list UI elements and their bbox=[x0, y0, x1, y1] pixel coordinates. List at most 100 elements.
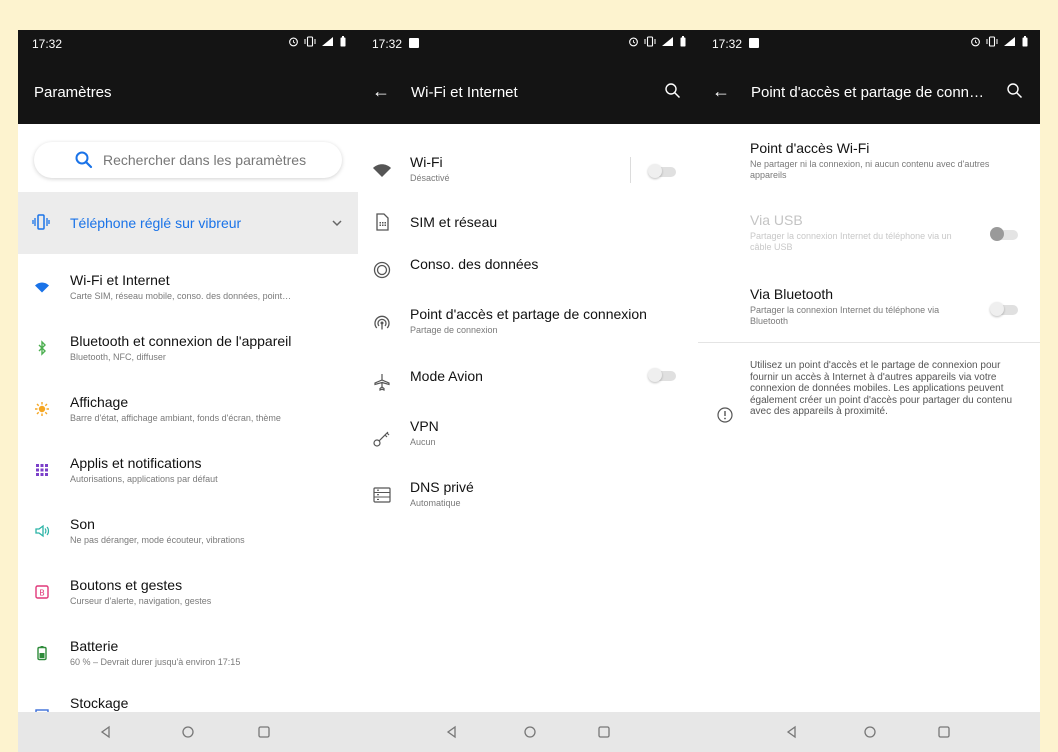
vibrate-suggestion[interactable]: Téléphone réglé sur vibreur bbox=[18, 192, 358, 254]
app-bar: ← Point d'accès et partage de connexion bbox=[698, 58, 1040, 124]
battery-icon bbox=[37, 646, 47, 661]
divider bbox=[630, 157, 631, 183]
battery-status-icon bbox=[340, 36, 346, 47]
back-triangle-icon bbox=[446, 725, 456, 739]
item-title: Applis et notifications bbox=[70, 455, 202, 471]
settings-item-apps[interactable]: Applis et notifications Autorisations, a… bbox=[18, 446, 358, 506]
sim-card-icon bbox=[376, 213, 389, 231]
battery-status-icon bbox=[1022, 36, 1028, 47]
settings-item-wifi[interactable]: Wi-Fi et Internet Carte SIM, réseau mobi… bbox=[18, 263, 358, 323]
nav-home-button[interactable] bbox=[518, 720, 542, 744]
page-title: Point d'accès et partage de connexion bbox=[751, 84, 989, 101]
item-subtitle: Autorisations, applications par défaut bbox=[70, 474, 218, 484]
settings-item-sim-network[interactable]: SIM et réseau bbox=[358, 200, 698, 246]
item-title: Point d'accès Wi-Fi bbox=[750, 140, 870, 156]
item-title: Bluetooth et connexion de l'appareil bbox=[70, 333, 292, 349]
signal-icon bbox=[322, 37, 333, 46]
recents-square-icon bbox=[938, 726, 950, 738]
item-title: Via USB bbox=[750, 212, 803, 228]
bluetooth-tethering-toggle[interactable] bbox=[990, 302, 1020, 316]
navigation-bar bbox=[358, 712, 698, 752]
divider bbox=[698, 342, 1040, 343]
hotspot-info-text: Utilisez un point d'accès et le partage … bbox=[750, 360, 1013, 417]
settings-item-data-usage[interactable]: Conso. des données bbox=[358, 248, 698, 294]
settings-item-wifi[interactable]: Wi-Fi Désactivé bbox=[358, 148, 698, 194]
back-arrow-icon[interactable]: ← bbox=[368, 78, 394, 104]
signal-icon bbox=[1004, 37, 1015, 46]
item-title: Conso. des données bbox=[410, 256, 539, 272]
page-title: Wi-Fi et Internet bbox=[411, 84, 518, 101]
back-triangle-icon bbox=[786, 725, 796, 739]
wifi-toggle[interactable] bbox=[648, 164, 678, 178]
item-title: Via Bluetooth bbox=[750, 286, 834, 302]
usb-tethering-toggle[interactable] bbox=[990, 227, 1020, 241]
bluetooth-icon bbox=[38, 340, 46, 356]
battery-status-icon bbox=[680, 36, 686, 47]
home-circle-icon bbox=[864, 726, 876, 738]
airplane-icon bbox=[374, 374, 390, 391]
search-button[interactable] bbox=[1002, 78, 1028, 104]
alarm-icon bbox=[289, 37, 298, 47]
vibrate-status-icon bbox=[644, 36, 656, 47]
item-subtitle: Ne partager ni la connexion, ni aucun co… bbox=[750, 159, 990, 180]
nav-back-button[interactable] bbox=[440, 720, 464, 744]
item-subtitle: Aucun bbox=[410, 437, 436, 447]
settings-item-private-dns[interactable]: DNS privé Automatique bbox=[358, 473, 698, 519]
nav-recents-button[interactable] bbox=[932, 720, 956, 744]
item-subtitle: Bluetooth, NFC, diffuser bbox=[70, 352, 166, 362]
status-time: 17:32 bbox=[32, 37, 63, 51]
settings-item-bluetooth-tethering[interactable]: Via Bluetooth Partager la connexion Inte… bbox=[698, 284, 1040, 334]
search-button[interactable] bbox=[660, 78, 686, 104]
buttons-gestures-icon: B bbox=[35, 585, 49, 599]
nav-back-button[interactable] bbox=[94, 720, 118, 744]
item-title: Batterie bbox=[70, 638, 119, 654]
item-title: Affichage bbox=[70, 394, 129, 410]
back-arrow-icon[interactable]: ← bbox=[708, 78, 734, 104]
vpn-key-icon bbox=[373, 431, 390, 447]
page-title: Paramètres bbox=[34, 84, 112, 101]
svg-text:B: B bbox=[39, 589, 45, 598]
nav-home-button[interactable] bbox=[176, 720, 200, 744]
item-title: SIM et réseau bbox=[410, 214, 498, 230]
status-bar: 17:32 bbox=[18, 30, 358, 58]
wifi-icon bbox=[373, 164, 391, 177]
settings-item-hotspot[interactable]: Point d'accès et partage de connexion Pa… bbox=[358, 300, 698, 346]
item-subtitle: Automatique bbox=[410, 498, 461, 508]
settings-item-bluetooth[interactable]: Bluetooth et connexion de l'appareil Blu… bbox=[18, 324, 358, 384]
brightness-icon bbox=[35, 402, 49, 416]
home-circle-icon bbox=[524, 726, 536, 738]
settings-item-vpn[interactable]: VPN Aucun bbox=[358, 412, 698, 458]
item-title: Son bbox=[70, 516, 95, 532]
settings-item-airplane-mode[interactable]: Mode Avion bbox=[358, 360, 698, 406]
search-placeholder: Rechercher dans les paramètres bbox=[103, 152, 307, 168]
settings-item-sound[interactable]: Son Ne pas déranger, mode écouteur, vibr… bbox=[18, 507, 358, 567]
item-subtitle: Partager la connexion Internet du téléph… bbox=[750, 305, 940, 326]
vibrate-icon bbox=[32, 214, 50, 230]
notification-icon bbox=[749, 38, 759, 48]
item-title: Boutons et gestes bbox=[70, 577, 183, 593]
settings-item-usb-tethering[interactable]: Via USB Partager la connexion Internet d… bbox=[698, 210, 1040, 260]
settings-screen: 17:32 Paramètres Rechercher dans les par… bbox=[18, 30, 358, 752]
recents-square-icon bbox=[258, 726, 270, 738]
status-icons bbox=[628, 36, 686, 47]
hotspot-icon bbox=[374, 315, 390, 330]
item-title: Wi-Fi et Internet bbox=[70, 272, 170, 288]
nav-back-button[interactable] bbox=[780, 720, 804, 744]
settings-item-wifi-hotspot[interactable]: Point d'accès Wi-Fi Ne partager ni la co… bbox=[698, 138, 1040, 188]
dns-icon bbox=[373, 487, 391, 503]
status-icons bbox=[970, 36, 1028, 47]
settings-item-display[interactable]: Affichage Barre d'état, affichage ambian… bbox=[18, 385, 358, 445]
nav-home-button[interactable] bbox=[858, 720, 882, 744]
alarm-icon bbox=[971, 37, 980, 47]
nav-recents-button[interactable] bbox=[252, 720, 276, 744]
airplane-mode-toggle[interactable] bbox=[648, 368, 678, 382]
nav-recents-button[interactable] bbox=[592, 720, 616, 744]
settings-item-buttons-gestures[interactable]: B Boutons et gestes Curseur d'alerte, na… bbox=[18, 568, 358, 628]
signal-icon bbox=[662, 37, 673, 46]
recents-square-icon bbox=[598, 726, 610, 738]
settings-item-battery[interactable]: Batterie 60 % – Devrait durer jusqu'à en… bbox=[18, 629, 358, 689]
status-time: 17:32 bbox=[372, 37, 403, 51]
item-title: Mode Avion bbox=[410, 368, 483, 384]
search-input[interactable]: Rechercher dans les paramètres bbox=[34, 142, 342, 178]
chevron-down-icon[interactable] bbox=[330, 216, 344, 230]
